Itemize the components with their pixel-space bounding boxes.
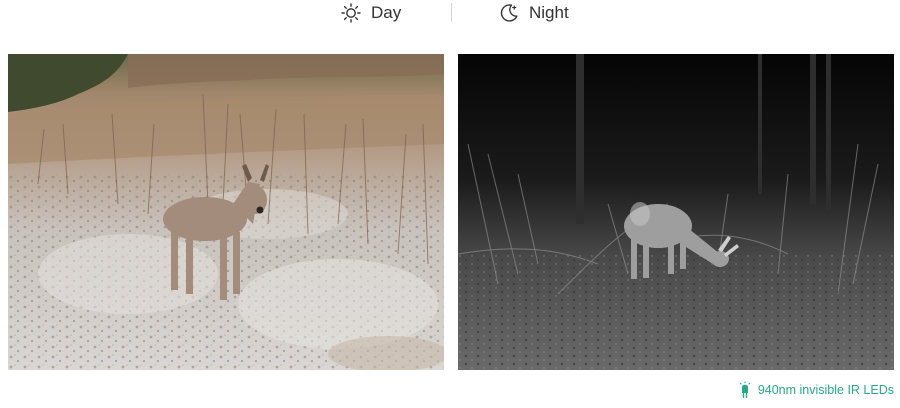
mode-divider	[451, 3, 452, 22]
day-photo	[8, 54, 444, 370]
night-photo	[458, 54, 894, 370]
moon-icon	[500, 4, 518, 22]
ir-led-icon	[739, 381, 751, 398]
night-label: Night	[529, 3, 569, 22]
day-label: Day	[371, 3, 402, 22]
ir-led-text: 940nm invisible IR LEDs	[757, 383, 894, 397]
ir-led-note: 940nm invisible IR LEDs	[738, 381, 894, 399]
mode-header: Day Night	[0, 0, 900, 30]
sun-icon	[341, 3, 361, 23]
day-mode: Day	[341, 2, 401, 24]
night-mode: Night	[499, 2, 569, 24]
